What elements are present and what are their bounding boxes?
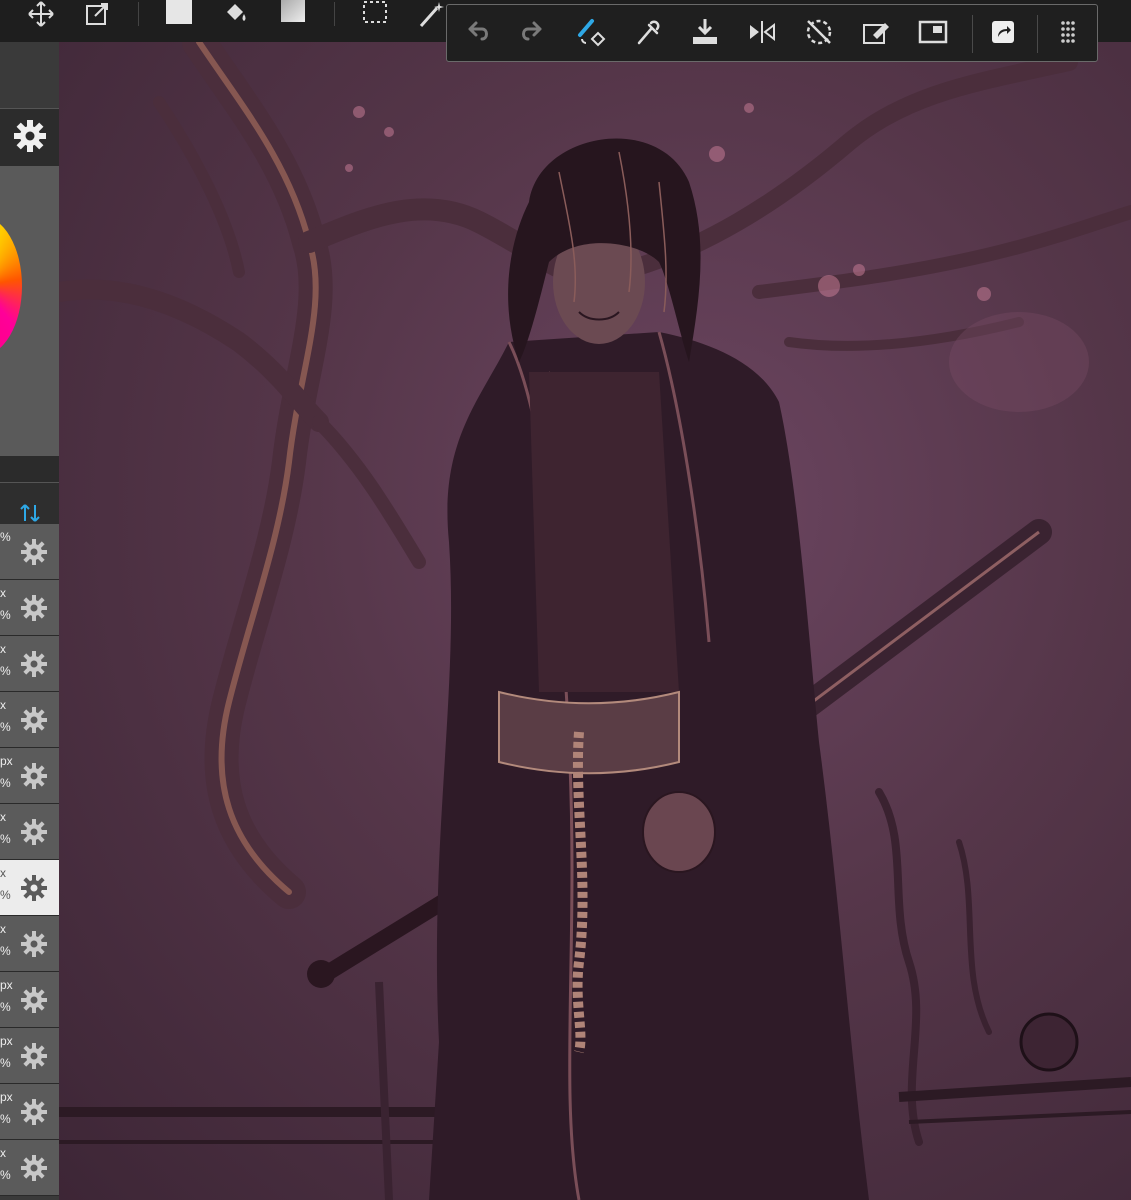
redo-icon [518,17,548,52]
gear-icon[interactable] [20,930,48,958]
eyedropper-button[interactable] [631,18,665,50]
layer-size-label: px [0,978,13,992]
command-divider [1037,15,1038,53]
clear-layer-button[interactable] [859,18,893,50]
layer-row[interactable]: x% [0,860,59,916]
layer-opacity-label: % [0,608,11,622]
lasso-select-icon[interactable] [357,0,391,28]
gear-icon[interactable] [20,538,48,566]
layer-size-label: px [0,754,13,768]
layer-opacity-label: % [0,944,11,958]
layer-opacity-label: % [0,888,11,902]
brush-eraser-icon [576,17,606,52]
layer-row[interactable]: px% [0,1084,59,1140]
layer-size-label: x [0,642,6,656]
share-icon [988,17,1018,52]
left-panel: pa %x%x%x%px%x%x%x%px%px%px%x% [0,42,59,1200]
layer-size-label: % [0,530,11,544]
grid-dots-icon [1053,17,1083,52]
transform-icon[interactable] [80,0,114,28]
gear-icon[interactable] [20,650,48,678]
share-button[interactable] [986,18,1020,50]
save-button[interactable] [688,18,722,50]
canvas-window-button[interactable] [916,18,950,50]
layer-row[interactable]: px% [0,972,59,1028]
artwork [59,42,1131,1200]
more-options-button[interactable] [1051,18,1085,50]
move-icon[interactable] [24,0,58,28]
layer-opacity-label: % [0,1000,11,1014]
undo-button[interactable] [460,18,494,50]
layer-size-label: x [0,866,6,880]
layer-row[interactable]: x% [0,636,59,692]
layer-size-label: x [0,698,6,712]
gear-icon[interactable] [20,818,48,846]
gear-icon[interactable] [20,762,48,790]
rotate-reset-icon [804,17,834,52]
undo-icon [462,17,492,52]
brush-settings-button[interactable] [0,108,59,168]
layer-size-label: px [0,1090,13,1104]
command-divider [972,15,973,53]
layer-size-label: x [0,922,6,936]
rotate-reset-button[interactable] [802,18,836,50]
layer-opacity-label: % [0,1112,11,1126]
gear-icon[interactable] [20,874,48,902]
layer-row[interactable]: x% [0,1140,59,1196]
color-wheel[interactable] [0,216,22,356]
flip-horizontal-icon [747,17,777,52]
gear-icon[interactable] [20,1042,48,1070]
layer-size-label: x [0,810,6,824]
layer-row[interactable]: px% [0,1028,59,1084]
figure [429,138,869,1200]
magic-wand-icon[interactable] [414,0,448,28]
gear-icon[interactable] [20,1098,48,1126]
layer-opacity-label: % [0,1168,11,1182]
gear-icon[interactable] [20,986,48,1014]
orb [1019,1012,1079,1072]
paint-bucket-icon[interactable] [218,0,252,28]
layer-size-label: x [0,586,6,600]
gear-icon[interactable] [20,1154,48,1182]
layer-opacity-label: % [0,776,11,790]
fill-color-swatch[interactable] [161,0,195,28]
layer-opacity-label: % [0,832,11,846]
flip-horizontal-button[interactable] [745,18,779,50]
window-icon [918,17,948,52]
toolbar-divider [138,2,139,26]
layer-opacity-label: % [0,664,11,678]
layer-opacity-label: % [0,720,11,734]
layer-row[interactable]: % [0,524,59,580]
gear-icon [13,119,47,158]
download-icon [690,17,720,52]
layer-row[interactable]: x% [0,804,59,860]
layer-list: % x% x% x% px% x% x% x% px% px% px% x% [0,524,59,1196]
layer-row[interactable]: x% [0,916,59,972]
layer-opacity-label: % [0,1056,11,1070]
brush-eraser-toggle[interactable] [574,18,608,50]
redo-button[interactable] [516,18,550,50]
gear-icon[interactable] [20,594,48,622]
layer-size-label: x [0,1146,6,1160]
eyedropper-icon [633,17,663,52]
color-picker-panel [0,166,59,456]
drawing-canvas[interactable] [59,42,1131,1200]
layer-row[interactable]: x% [0,692,59,748]
gear-icon[interactable] [20,706,48,734]
clear-layer-icon [861,17,891,52]
layer-row[interactable]: px% [0,748,59,804]
layer-row[interactable]: x% [0,580,59,636]
command-bar [446,4,1098,62]
layer-size-label: px [0,1034,13,1048]
gradient-icon[interactable] [276,0,310,28]
toolbar-divider [334,2,335,26]
